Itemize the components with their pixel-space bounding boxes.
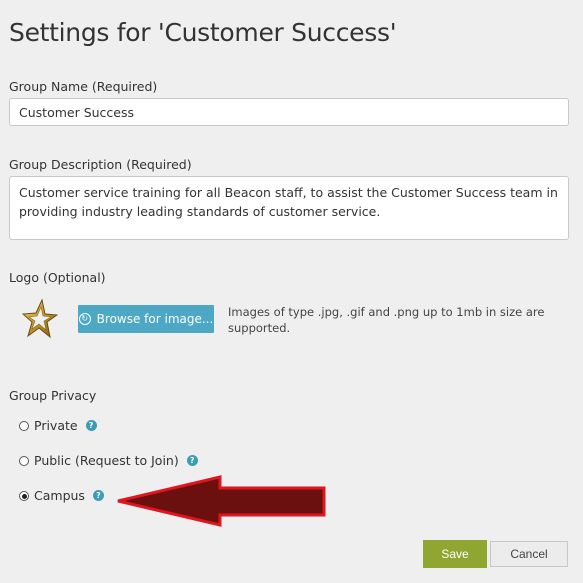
save-button[interactable]: Save — [423, 540, 487, 568]
privacy-option-public[interactable]: Public (Request to Join) ? — [19, 453, 198, 468]
logo-label: Logo (Optional) — [9, 270, 106, 285]
question-icon[interactable]: ? — [92, 490, 104, 501]
question-icon[interactable]: ? — [186, 455, 198, 466]
privacy-option-private[interactable]: Private ? — [19, 418, 97, 433]
logo-help-text: Images of type .jpg, .gif and .png up to… — [228, 305, 545, 335]
browse-image-label: Browse for image... — [96, 312, 214, 326]
cancel-button[interactable]: Cancel — [490, 541, 568, 567]
privacy-option-campus[interactable]: Campus ? — [19, 488, 104, 503]
upload-icon: ↻ — [78, 313, 91, 325]
campus-radio[interactable] — [19, 490, 29, 501]
group-privacy-label: Group Privacy — [9, 388, 97, 403]
private-radio[interactable] — [19, 420, 29, 431]
public-option-label: Public (Request to Join) — [34, 453, 179, 468]
group-description-textarea[interactable]: Customer service training for all Beacon… — [9, 176, 569, 240]
group-name-input[interactable]: Customer Success — [9, 98, 569, 126]
page-title: Settings for 'Customer Success' — [9, 18, 397, 47]
private-option-label: Private — [34, 418, 78, 433]
question-icon[interactable]: ? — [85, 420, 97, 431]
star-icon — [21, 298, 59, 340]
annotation-arrow — [114, 474, 328, 528]
browse-image-button[interactable]: ↻ Browse for image... — [78, 305, 214, 333]
group-description-label: Group Description (Required) — [9, 157, 192, 172]
public-radio[interactable] — [19, 455, 29, 466]
campus-option-label: Campus — [34, 488, 85, 503]
group-name-label: Group Name (Required) — [9, 79, 158, 94]
